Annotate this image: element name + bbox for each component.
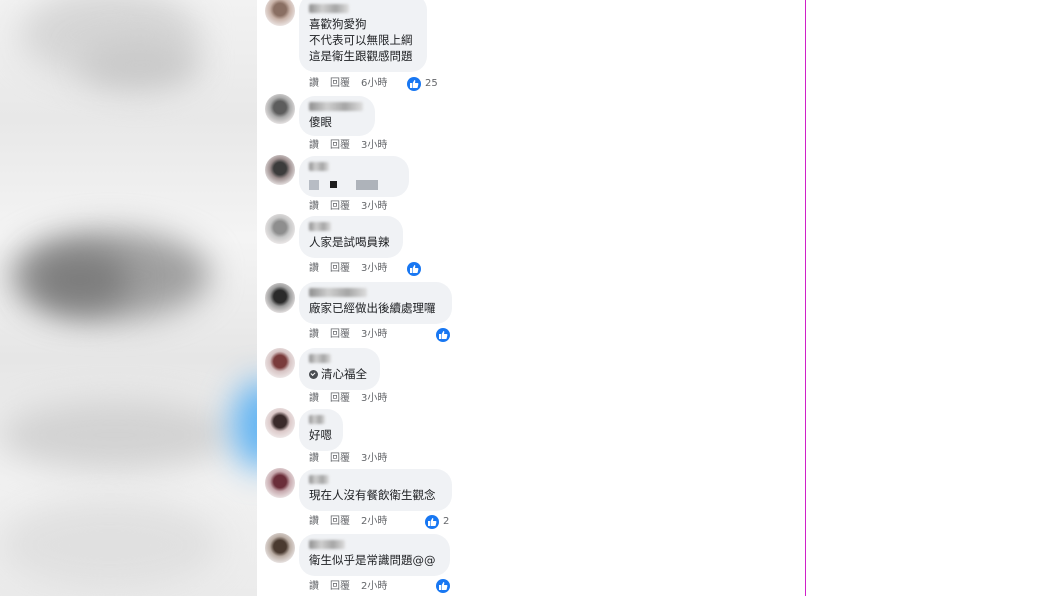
author-name[interactable] bbox=[309, 288, 367, 297]
timestamp[interactable]: 2小時 bbox=[361, 516, 387, 527]
panel-divider bbox=[805, 0, 806, 596]
avatar[interactable] bbox=[265, 348, 295, 378]
author-name[interactable] bbox=[309, 162, 329, 171]
author-name[interactable] bbox=[309, 222, 331, 231]
timestamp[interactable]: 3小時 bbox=[361, 453, 387, 464]
comment-bubble: 廠家已經做出後續處理囉 bbox=[299, 282, 452, 324]
author-name[interactable] bbox=[309, 415, 325, 424]
reply-button[interactable]: 回覆 bbox=[330, 329, 350, 340]
comment-text: 人家是試喝員辣 bbox=[309, 235, 390, 249]
reply-button[interactable]: 回覆 bbox=[330, 201, 350, 212]
comment-actions: 讚回覆 2小時 bbox=[309, 580, 398, 594]
comment-actions: 讚回覆 3小時 bbox=[309, 262, 398, 276]
avatar[interactable] bbox=[265, 408, 295, 438]
like-icon[interactable] bbox=[425, 515, 439, 529]
author-name[interactable] bbox=[309, 540, 345, 549]
reply-button[interactable]: 回覆 bbox=[330, 516, 350, 527]
avatar[interactable] bbox=[265, 0, 295, 26]
reply-button[interactable]: 回覆 bbox=[330, 393, 350, 404]
comment-text: 喜歡狗愛狗 bbox=[309, 17, 367, 31]
avatar[interactable] bbox=[265, 468, 295, 498]
comment-text: 這是衛生跟觀感問題 bbox=[309, 49, 413, 63]
comment-text: 現在人沒有餐飲衛生觀念 bbox=[309, 488, 436, 502]
comment-text: 清心福全 bbox=[309, 366, 370, 382]
reply-button[interactable]: 回覆 bbox=[330, 263, 350, 274]
reply-button[interactable]: 回覆 bbox=[330, 453, 350, 464]
timestamp[interactable]: 3小時 bbox=[361, 329, 387, 340]
like-count[interactable]: 2 bbox=[443, 515, 449, 529]
like-button[interactable]: 讚 bbox=[309, 329, 319, 340]
comment-actions: 讚回覆 3小時 bbox=[309, 392, 398, 406]
like-button[interactable]: 讚 bbox=[309, 140, 319, 151]
timestamp[interactable]: 3小時 bbox=[361, 393, 387, 404]
reply-button[interactable]: 回覆 bbox=[330, 78, 350, 89]
timestamp[interactable]: 3小時 bbox=[361, 140, 387, 151]
reply-button[interactable]: 回覆 bbox=[330, 140, 350, 151]
timestamp[interactable]: 3小時 bbox=[361, 201, 387, 212]
like-button[interactable]: 讚 bbox=[309, 393, 319, 404]
comment-bubble: 人家是試喝員辣 bbox=[299, 216, 403, 258]
comment-text: 不代表可以無限上綱 bbox=[309, 33, 413, 47]
author-name[interactable] bbox=[309, 4, 349, 13]
like-icon[interactable] bbox=[407, 262, 421, 276]
timestamp[interactable]: 3小時 bbox=[361, 263, 387, 274]
author-name[interactable] bbox=[309, 475, 329, 484]
comment-actions: 讚回覆 3小時 bbox=[309, 328, 398, 342]
comment-bubble: 傻眼 bbox=[299, 96, 375, 136]
comment-text: 好嗯 bbox=[309, 428, 332, 442]
comment-actions: 讚回覆 2小時 bbox=[309, 515, 398, 529]
comment-actions: 讚回覆 3小時 bbox=[309, 200, 398, 214]
avatar[interactable] bbox=[265, 155, 295, 185]
timestamp[interactable]: 2小時 bbox=[361, 581, 387, 592]
author-name[interactable] bbox=[309, 354, 331, 363]
comment-bubble: 衛生似乎是常識問題@@ bbox=[299, 534, 450, 576]
comment-actions: 讚回覆 3小時 bbox=[309, 139, 398, 153]
like-icon[interactable] bbox=[436, 579, 450, 593]
comment-bubble: 喜歡狗愛狗 不代表可以無限上綱 這是衛生跟觀感問題 bbox=[299, 0, 427, 72]
author-name[interactable] bbox=[309, 102, 363, 111]
like-button[interactable]: 讚 bbox=[309, 453, 319, 464]
like-button[interactable]: 讚 bbox=[309, 516, 319, 527]
comment-bubble bbox=[299, 156, 409, 197]
avatar[interactable] bbox=[265, 533, 295, 563]
like-icon[interactable] bbox=[407, 77, 421, 91]
comment-text: 衛生似乎是常識問題@@ bbox=[309, 553, 436, 567]
pixelated-content bbox=[309, 174, 399, 190]
comment-text: 廠家已經做出後續處理囉 bbox=[309, 301, 436, 315]
blurred-background bbox=[0, 0, 257, 596]
comment-bubble: 現在人沒有餐飲衛生觀念 bbox=[299, 469, 452, 511]
like-icon[interactable] bbox=[436, 328, 450, 342]
reply-button[interactable]: 回覆 bbox=[330, 581, 350, 592]
like-button[interactable]: 讚 bbox=[309, 581, 319, 592]
like-button[interactable]: 讚 bbox=[309, 263, 319, 274]
comment-text: 傻眼 bbox=[309, 115, 332, 129]
like-button[interactable]: 讚 bbox=[309, 78, 319, 89]
verified-check-icon bbox=[309, 370, 318, 379]
avatar[interactable] bbox=[265, 283, 295, 313]
comment-actions: 讚回覆 3小時 bbox=[309, 452, 398, 466]
comment-bubble: 清心福全 bbox=[299, 348, 380, 390]
comment-bubble: 好嗯 bbox=[299, 409, 343, 451]
avatar[interactable] bbox=[265, 214, 295, 244]
like-button[interactable]: 讚 bbox=[309, 201, 319, 212]
like-count[interactable]: 25 bbox=[425, 77, 438, 91]
avatar[interactable] bbox=[265, 94, 295, 124]
timestamp[interactable]: 6小時 bbox=[361, 78, 387, 89]
comment-actions: 讚回覆 6小時 bbox=[309, 77, 398, 91]
comments-panel: 喜歡狗愛狗 不代表可以無限上綱 這是衛生跟觀感問題 讚回覆 6小時 25 傻眼 讚… bbox=[257, 0, 805, 596]
